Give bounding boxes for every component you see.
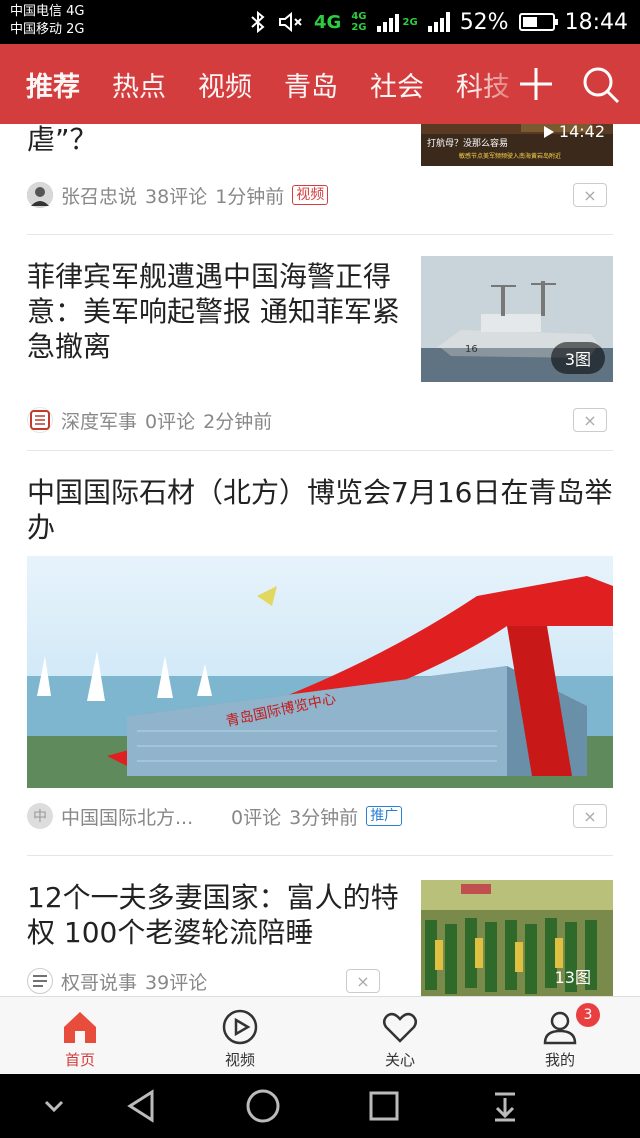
video-tag: 视频	[292, 185, 329, 205]
source-name[interactable]: 张召忠说	[61, 182, 137, 209]
search-icon	[583, 67, 620, 104]
thumb-caption-bottom: 敏感节点美军频频驶入南海黄岩岛附近	[459, 152, 561, 160]
plus-icon	[520, 68, 552, 100]
news-item[interactable]: 菲律宾军舰遭遇中国海警正得意：美军响起警报 通知菲军紧急撤离 16 3图 深度军…	[0, 235, 640, 450]
back-icon[interactable]	[122, 1086, 162, 1126]
image-count-badge: 3图	[550, 342, 605, 374]
carrier-2: 中国移动 2G	[10, 22, 85, 37]
publish-time: 2分钟前	[203, 410, 273, 433]
video-duration: 14:42	[558, 124, 605, 141]
news-meta: 深度军事 0评论 2分钟前	[27, 405, 272, 435]
comment-count: 39评论	[145, 971, 208, 994]
dismiss-button[interactable]: ×	[573, 804, 607, 828]
ship-number: 16	[465, 344, 478, 355]
home-circle-icon[interactable]	[243, 1086, 283, 1126]
tab-video[interactable]: 视频	[160, 997, 320, 1075]
news-thumbnail[interactable]: 16 3图	[421, 256, 613, 382]
source-name[interactable]: 权哥说事	[61, 968, 137, 995]
dismiss-button[interactable]: ×	[573, 183, 607, 207]
news-thumbnail[interactable]: 13图	[421, 880, 613, 996]
person-icon	[543, 1011, 577, 1045]
dismiss-button[interactable]: ×	[346, 969, 380, 993]
source-avatar	[27, 407, 53, 433]
dismiss-button[interactable]: ×	[573, 408, 607, 432]
carrier-info: 中国电信 4G 中国移动 2G	[10, 3, 84, 39]
source-avatar	[27, 182, 53, 208]
publish-time: 3分钟前	[289, 806, 359, 829]
bluetooth-icon	[248, 10, 268, 34]
heart-icon	[383, 1012, 417, 1043]
source-name[interactable]: 中国国际北方...	[61, 803, 223, 830]
tab-qingdao[interactable]: 青岛	[284, 65, 338, 104]
play-icon	[222, 1009, 258, 1045]
signal-icon-2	[427, 12, 450, 32]
battery-percent: 52%	[459, 9, 509, 35]
status-bar: 中国电信 4G 中国移动 2G 4G 4G 2G 2G 52% 18:44	[0, 0, 640, 44]
recents-icon[interactable]	[364, 1086, 404, 1126]
chevron-down-icon[interactable]	[34, 1086, 74, 1126]
add-channel-button[interactable]	[514, 62, 558, 106]
carrier-1: 中国电信 4G	[10, 4, 85, 19]
top-nav: 推荐 热点 视频 青岛 社会 科技	[0, 44, 640, 124]
news-title: 中国国际石材（北方）博览会7月16日在青岛举办	[27, 476, 613, 544]
news-item-ad[interactable]: 中国国际石材（北方）博览会7月16日在青岛举办 青岛国际博览中心	[0, 451, 640, 952]
comment-count: 0评论	[145, 410, 196, 433]
news-item[interactable]: 12个一夫多妻国家：富人的特权 100个老婆轮流陪睡 13图 权哥说事 39评论…	[0, 856, 640, 996]
clock: 18:44	[564, 9, 628, 35]
system-nav-bar	[0, 1074, 640, 1138]
tab-home[interactable]: 首页	[0, 997, 160, 1075]
news-title: 12个一夫多妻国家：富人的特权 100个老婆轮流陪睡	[27, 881, 399, 949]
video-thumbnail[interactable]: 打航母？没那么容易 敏感节点美军频频驶入南海黄岩岛附近 14:42	[421, 124, 613, 166]
source-avatar	[27, 968, 53, 994]
tab-follow[interactable]: 关心	[320, 997, 480, 1075]
home-icon	[64, 1012, 96, 1043]
ad-meta: 中 中国国际北方... 0评论 3分钟前 推广	[27, 801, 403, 831]
network-4g-label: 4G	[314, 11, 342, 33]
tab-label: 关心	[384, 1051, 415, 1069]
tab-recommend[interactable]: 推荐	[26, 65, 80, 104]
comment-count: 0评论	[231, 806, 282, 829]
ad-banner-image[interactable]: 青岛国际博览中心	[27, 556, 613, 788]
source-avatar: 中	[27, 803, 53, 829]
source-name[interactable]: 深度军事	[61, 407, 137, 434]
comment-count: 38评论	[145, 185, 208, 208]
tab-label: 视频	[224, 1051, 255, 1069]
channel-tabs: 推荐 热点 视频 青岛 社会 科技	[26, 44, 546, 124]
tab-society[interactable]: 社会	[370, 65, 424, 104]
notification-badge: 3	[576, 1003, 600, 1027]
publish-time: 1分钟前	[215, 185, 285, 208]
promoted-tag: 推广	[366, 806, 403, 826]
tab-label: 首页	[64, 1051, 95, 1069]
tab-video[interactable]: 视频	[198, 65, 252, 104]
news-title: 菲律宾军舰遭遇中国海警正得意：美军响起警报 通知菲军紧急撤离	[27, 260, 400, 363]
play-icon	[543, 125, 554, 138]
battery-icon	[518, 13, 558, 31]
notification-pull-icon[interactable]	[485, 1086, 525, 1126]
news-feed[interactable]: 虐”？ 打航母？没那么容易 敏感节点美军频频驶入南海黄岩岛附近 14:42 张召…	[0, 124, 640, 996]
tab-label: 我的	[544, 1051, 575, 1069]
network-small-label: 4G 2G	[351, 11, 367, 33]
news-meta: 张召忠说 38评论 1分钟前 视频	[27, 180, 329, 210]
network-2g-label: 2G	[402, 16, 418, 28]
thumb-caption-top: 打航母？没那么容易	[427, 137, 508, 149]
tab-profile[interactable]: 我的 3	[480, 997, 640, 1075]
mute-icon	[278, 10, 304, 34]
search-button[interactable]	[578, 62, 622, 106]
tab-hot[interactable]: 热点	[112, 65, 166, 104]
image-count-badge: 13图	[554, 968, 591, 987]
signal-icon	[376, 12, 399, 32]
bottom-tab-bar: 首页 视频 关心 我的 3	[0, 996, 640, 1074]
news-meta: 权哥说事 39评论	[27, 966, 207, 996]
news-title: 虐”？	[27, 124, 98, 156]
news-item[interactable]: 虐”？ 打航母？没那么容易 敏感节点美军频频驶入南海黄岩岛附近 14:42 张召…	[0, 124, 640, 236]
